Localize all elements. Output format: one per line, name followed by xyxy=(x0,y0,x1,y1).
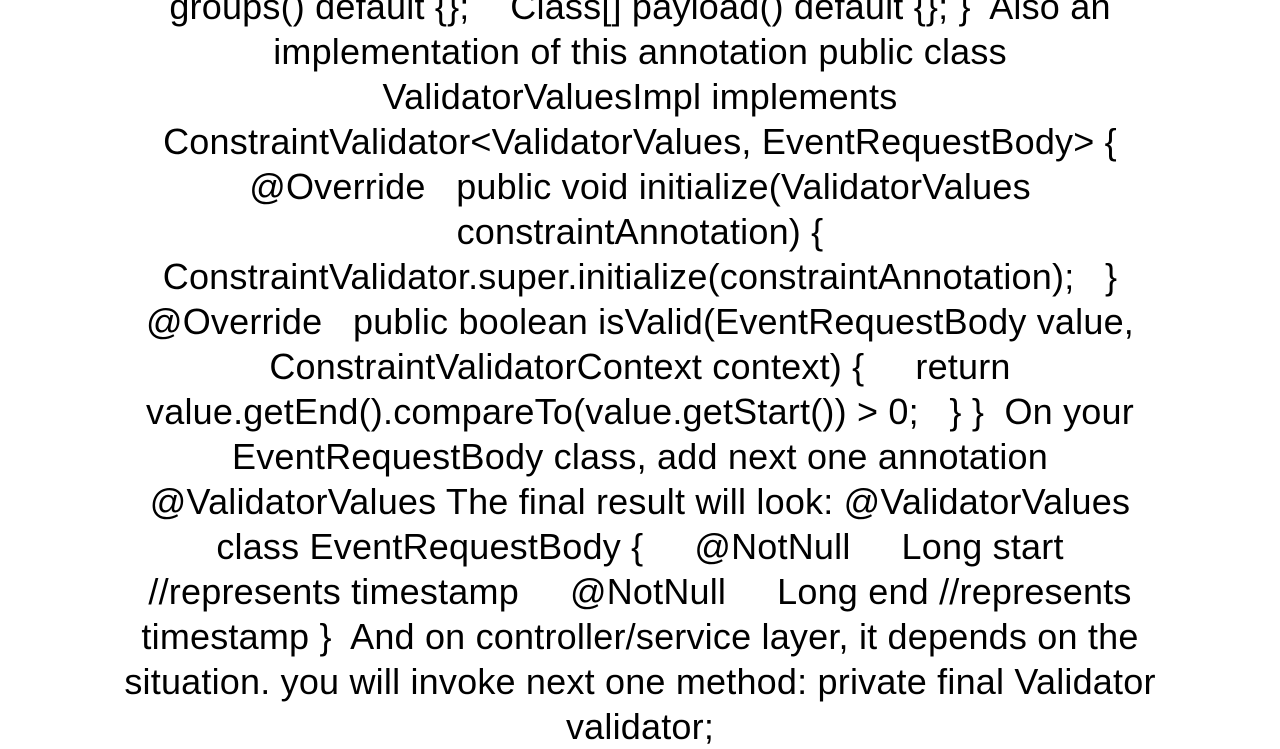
document-text: groups() default {}; Class[] payload() d… xyxy=(120,0,1160,749)
text-container: groups() default {}; Class[] payload() d… xyxy=(0,0,1280,720)
